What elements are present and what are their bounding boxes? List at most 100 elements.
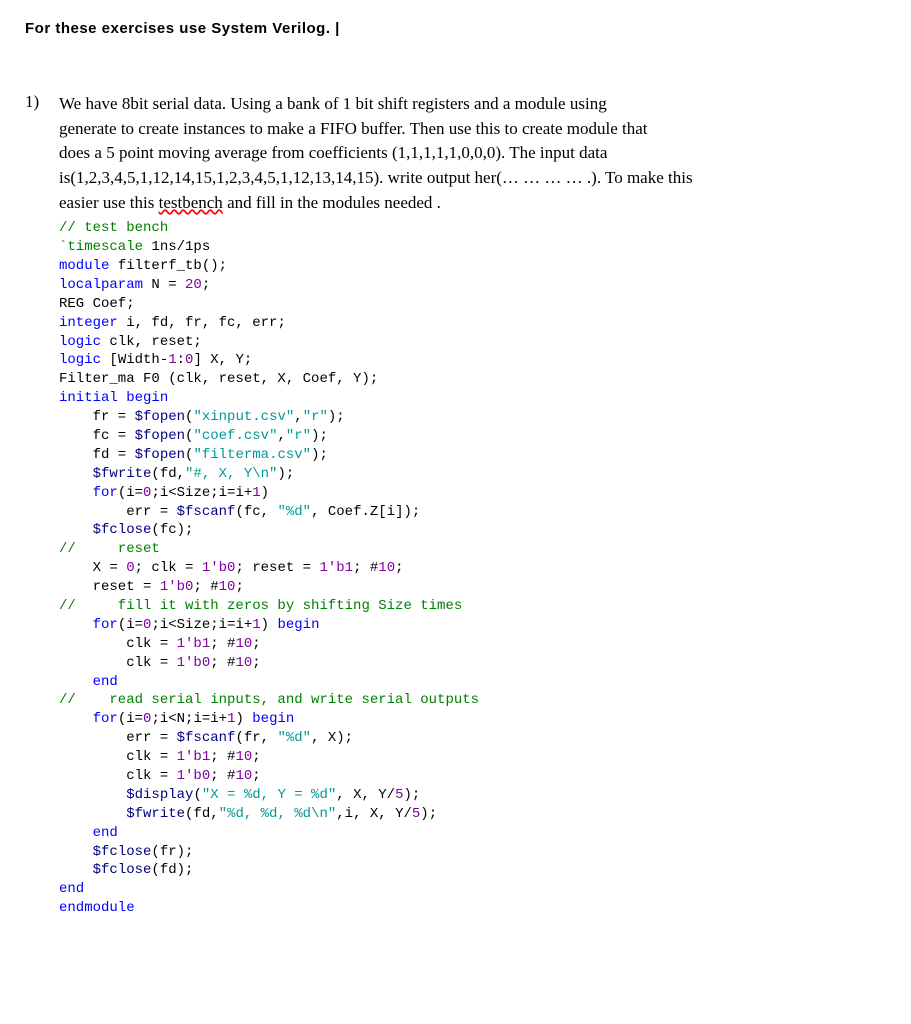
code-token: reset = bbox=[59, 579, 160, 595]
code-token: `timescale bbox=[59, 239, 143, 255]
code-token: $fopen bbox=[135, 409, 185, 425]
code-token: $fopen bbox=[135, 447, 185, 463]
code-token: // test bench bbox=[59, 220, 168, 236]
code-token: (i= bbox=[118, 711, 143, 727]
code-token: ; # bbox=[210, 768, 235, 784]
page-header: For these exercises use System Verilog. … bbox=[25, 20, 911, 37]
code-token: 20 bbox=[185, 277, 202, 293]
code-token: ; bbox=[252, 655, 260, 671]
spellcheck-word: testbench bbox=[159, 193, 223, 212]
code-token: endmodule bbox=[59, 900, 135, 916]
code-token: i, fd, fr, fc, err; bbox=[126, 315, 286, 331]
code-token: ); bbox=[328, 409, 345, 425]
code-token: 1 bbox=[168, 352, 176, 368]
code-token bbox=[59, 787, 126, 803]
code-token: // reset bbox=[59, 541, 160, 557]
code-token bbox=[59, 844, 93, 860]
code-token: $fclose bbox=[93, 862, 152, 878]
code-token: ); bbox=[311, 428, 328, 444]
code-token: ; bbox=[395, 560, 403, 576]
code-token: $fwrite bbox=[93, 466, 152, 482]
code-token: 1'b1 bbox=[177, 749, 211, 765]
code-token: ); bbox=[311, 447, 328, 463]
prose-line-2: generate to create instances to make a F… bbox=[59, 119, 648, 138]
code-token: 10 bbox=[235, 655, 252, 671]
code-token: $fclose bbox=[93, 844, 152, 860]
code-token: 10 bbox=[235, 749, 252, 765]
code-token: // read serial inputs, and write serial … bbox=[59, 692, 479, 708]
code-token: for bbox=[59, 711, 118, 727]
prose-line-3: does a 5 point moving average from coeff… bbox=[59, 143, 607, 162]
code-token: (i= bbox=[118, 617, 143, 633]
code-token: X = bbox=[59, 560, 126, 576]
code-token: fc = bbox=[59, 428, 135, 444]
code-token bbox=[59, 466, 93, 482]
code-token: 1'b0 bbox=[177, 655, 211, 671]
prose-line-1: We have 8bit serial data. Using a bank o… bbox=[59, 94, 607, 113]
code-token: 1ns/1ps bbox=[143, 239, 210, 255]
code-token: end bbox=[59, 881, 84, 897]
code-token: (fr, bbox=[235, 730, 277, 746]
code-token: initial begin bbox=[59, 390, 168, 406]
code-token: "%d, %d, %d\n" bbox=[219, 806, 337, 822]
code-token: 0 bbox=[126, 560, 134, 576]
code-token: 1 bbox=[252, 617, 260, 633]
code-token: logic bbox=[59, 334, 109, 350]
code-token: "xinput.csv" bbox=[193, 409, 294, 425]
code-token: fr = bbox=[59, 409, 135, 425]
code-token: 1'b1 bbox=[319, 560, 353, 576]
code-token: ] X, Y; bbox=[193, 352, 252, 368]
code-token: ); bbox=[420, 806, 437, 822]
code-token: 10 bbox=[219, 579, 236, 595]
prose-line-5a: easier use this bbox=[59, 193, 159, 212]
code-token: $fscanf bbox=[177, 730, 236, 746]
code-token: (); bbox=[202, 258, 227, 274]
code-token: err = bbox=[59, 504, 177, 520]
code-token: (fd); bbox=[151, 862, 193, 878]
question-1: 1) We have 8bit serial data. Using a ban… bbox=[25, 92, 911, 918]
question-body: We have 8bit serial data. Using a bank o… bbox=[59, 92, 911, 918]
code-token: fd = bbox=[59, 447, 135, 463]
code-token: logic bbox=[59, 352, 109, 368]
code-token: , Coef.Z[i]); bbox=[311, 504, 420, 520]
code-token: (fd, bbox=[185, 806, 219, 822]
prose-line-4: is(1,2,3,4,5,1,12,14,15,1,2,3,4,5,1,12,1… bbox=[59, 168, 693, 187]
code-token: $fwrite bbox=[126, 806, 185, 822]
code-token: clk = bbox=[59, 768, 177, 784]
code-token: ); bbox=[277, 466, 294, 482]
code-token: ) bbox=[235, 711, 252, 727]
code-token: // fill it with zeros by shifting Size t… bbox=[59, 598, 462, 614]
code-token: clk = bbox=[59, 749, 177, 765]
code-token: clk = bbox=[59, 655, 177, 671]
code-token: $fscanf bbox=[177, 504, 236, 520]
code-token: ; # bbox=[210, 636, 235, 652]
code-token: "r" bbox=[303, 409, 328, 425]
code-token: 1'b1 bbox=[177, 636, 211, 652]
question-number: 1) bbox=[25, 92, 59, 112]
code-token: ,i, X, Y/ bbox=[336, 806, 412, 822]
code-token: ;i<Size;i=i+ bbox=[151, 617, 252, 633]
code-token: ; bbox=[235, 579, 243, 595]
code-token: "coef.csv" bbox=[193, 428, 277, 444]
code-token: $fopen bbox=[135, 428, 185, 444]
code-token: $display bbox=[126, 787, 193, 803]
code-token: ; # bbox=[193, 579, 218, 595]
code-token: 10 bbox=[378, 560, 395, 576]
question-text: We have 8bit serial data. Using a bank o… bbox=[59, 92, 911, 215]
code-token: "#, X, Y\n" bbox=[185, 466, 277, 482]
code-token: REG Coef; bbox=[59, 296, 135, 312]
code-token bbox=[59, 522, 93, 538]
code-token: ; reset = bbox=[235, 560, 319, 576]
code-token: err = bbox=[59, 730, 177, 746]
code-token: for bbox=[59, 485, 118, 501]
code-token: Filter_ma F0 (clk, reset, X, Coef, Y); bbox=[59, 371, 378, 387]
code-token: ; # bbox=[210, 655, 235, 671]
code-token: clk = bbox=[59, 636, 177, 652]
code-token: ; # bbox=[353, 560, 378, 576]
code-token: "r" bbox=[286, 428, 311, 444]
code-token: "X = %d, Y = %d" bbox=[202, 787, 336, 803]
code-token: ; bbox=[252, 768, 260, 784]
code-token: localparam bbox=[59, 277, 151, 293]
code-token: begin bbox=[252, 711, 294, 727]
code-block: // test bench `timescale 1ns/1ps module … bbox=[59, 219, 911, 918]
